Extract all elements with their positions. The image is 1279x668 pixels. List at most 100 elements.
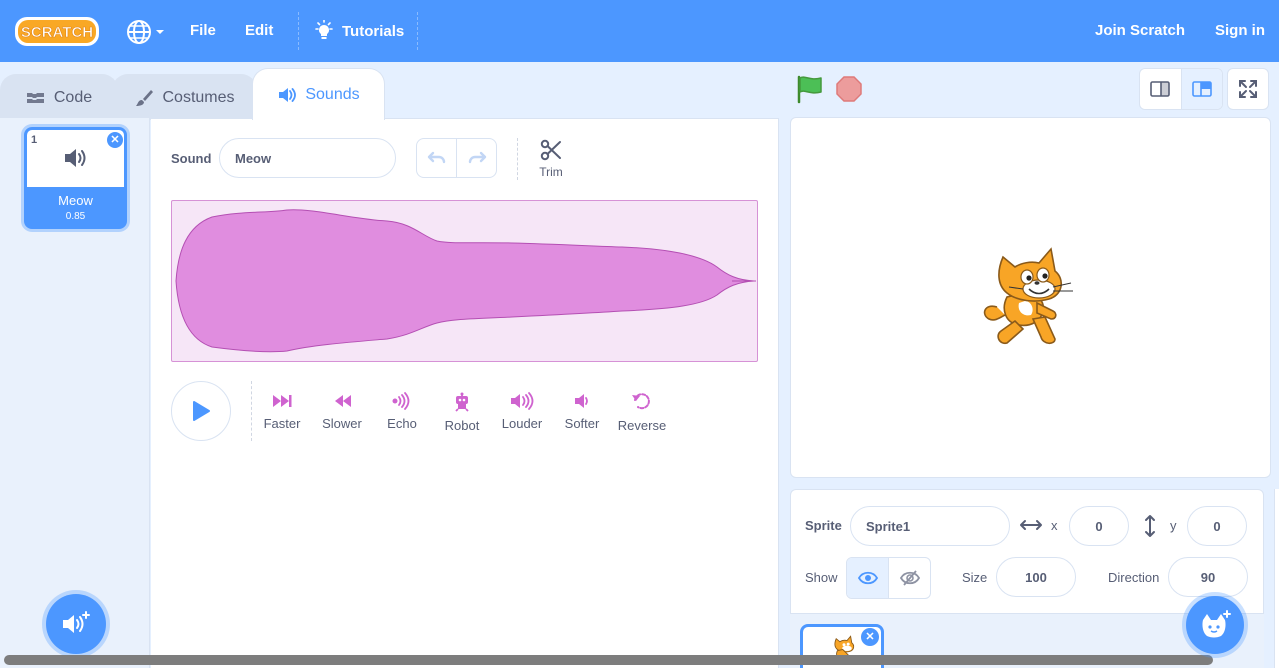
sign-in-link[interactable]: Sign in bbox=[1215, 22, 1265, 39]
effect-faster-label: Faster bbox=[263, 416, 301, 431]
reverse-icon bbox=[632, 393, 650, 410]
undo-button[interactable] bbox=[417, 139, 457, 177]
caret-down-icon bbox=[156, 30, 164, 34]
undo-icon bbox=[427, 151, 445, 164]
effect-slower-button[interactable]: Slower bbox=[312, 392, 372, 431]
visibility-toggle bbox=[846, 557, 931, 599]
direction-input[interactable] bbox=[1168, 557, 1248, 597]
edit-menu[interactable]: Edit bbox=[245, 22, 273, 39]
globe-icon bbox=[127, 20, 151, 44]
add-sound-icon bbox=[63, 611, 90, 633]
y-label: y bbox=[1170, 518, 1177, 533]
play-icon bbox=[193, 401, 210, 421]
sound-item-name: Meow bbox=[58, 193, 93, 208]
paintbrush-icon bbox=[136, 89, 154, 106]
effect-louder-button[interactable]: Louder bbox=[492, 392, 552, 431]
effect-reverse-button[interactable]: Reverse bbox=[612, 392, 672, 433]
faster-icon bbox=[273, 395, 292, 407]
fullscreen-button[interactable] bbox=[1227, 68, 1269, 110]
robot-icon bbox=[455, 392, 469, 412]
large-stage-button[interactable] bbox=[1181, 69, 1222, 109]
show-sprite-button[interactable] bbox=[847, 558, 889, 598]
add-sound-button[interactable] bbox=[46, 594, 106, 654]
code-blocks-icon bbox=[26, 92, 44, 103]
tutorials-button[interactable]: Tutorials bbox=[314, 20, 404, 42]
tab-costumes[interactable]: Costumes bbox=[112, 74, 257, 120]
eye-slash-icon bbox=[899, 570, 920, 586]
language-menu[interactable] bbox=[126, 18, 168, 46]
stop-button[interactable] bbox=[835, 75, 863, 103]
delete-sprite-button[interactable]: ✕ bbox=[861, 628, 879, 646]
speaker-icon bbox=[279, 87, 297, 102]
menu-divider bbox=[417, 12, 418, 50]
menu-divider bbox=[298, 12, 299, 50]
effect-reverse-label: Reverse bbox=[617, 418, 667, 433]
sound-item-duration: 0.85 bbox=[65, 211, 86, 222]
effect-louder-label: Louder bbox=[501, 416, 543, 431]
toolbar-divider bbox=[517, 138, 518, 180]
scissors-icon bbox=[540, 139, 561, 161]
delete-sound-button[interactable]: ✕ bbox=[107, 132, 123, 148]
direction-label: Direction bbox=[1108, 570, 1160, 585]
effect-robot-button[interactable]: Robot bbox=[432, 392, 492, 433]
louder-icon bbox=[511, 392, 534, 410]
sound-item-meow[interactable]: 1 ✕ Meow 0.85 bbox=[24, 127, 127, 229]
sound-name-input[interactable] bbox=[219, 138, 396, 178]
size-label: Size bbox=[962, 570, 988, 585]
effect-softer-button[interactable]: Softer bbox=[552, 392, 612, 431]
size-input[interactable] bbox=[996, 557, 1076, 597]
y-position-input[interactable] bbox=[1187, 506, 1247, 546]
add-sprite-button[interactable] bbox=[1186, 596, 1244, 654]
softer-icon bbox=[575, 394, 588, 408]
scratch-logo[interactable]: SCRATCH bbox=[14, 15, 100, 48]
trim-button[interactable]: Trim bbox=[534, 138, 568, 179]
waveform-shape bbox=[175, 209, 756, 353]
trim-label: Trim bbox=[539, 165, 563, 179]
menu-bar: SCRATCH File Edit Tutorials Join Scratch… bbox=[0, 0, 1279, 62]
vertical-arrows-icon bbox=[1145, 515, 1155, 537]
effect-echo-button[interactable]: Echo bbox=[372, 392, 432, 431]
sprite-name-label: Sprite bbox=[805, 518, 842, 533]
join-scratch-link[interactable]: Join Scratch bbox=[1095, 22, 1185, 39]
horizontal-arrows-icon bbox=[1020, 520, 1042, 530]
sprite-cat-image[interactable] bbox=[979, 245, 1079, 351]
stage-selector-edge bbox=[1274, 489, 1279, 668]
sprite-name-input[interactable] bbox=[850, 506, 1010, 546]
tab-code-label: Code bbox=[53, 88, 93, 106]
hide-sprite-button[interactable] bbox=[889, 558, 930, 598]
redo-icon bbox=[468, 151, 486, 164]
effect-slower-label: Slower bbox=[322, 416, 362, 431]
green-flag-button[interactable] bbox=[795, 74, 825, 104]
effect-faster-button[interactable]: Faster bbox=[252, 392, 312, 431]
small-stage-button[interactable] bbox=[1140, 69, 1182, 109]
horizontal-scrollbar[interactable] bbox=[4, 655, 1213, 665]
undo-redo-group bbox=[416, 138, 497, 178]
tab-sounds-label: Sounds bbox=[305, 85, 360, 103]
add-sprite-icon bbox=[1202, 610, 1231, 638]
sound-name-label: Sound bbox=[171, 151, 212, 166]
logo-text: SCRATCH bbox=[21, 24, 93, 41]
effect-echo-label: Echo bbox=[387, 416, 417, 431]
tutorials-label: Tutorials bbox=[342, 22, 405, 40]
effect-robot-label: Robot bbox=[444, 418, 480, 433]
fullscreen-icon bbox=[1239, 80, 1257, 98]
tab-sounds[interactable]: Sounds bbox=[252, 68, 385, 120]
slower-icon bbox=[335, 395, 351, 407]
large-stage-icon bbox=[1191, 81, 1212, 97]
redo-button[interactable] bbox=[457, 139, 496, 177]
x-label: x bbox=[1051, 518, 1058, 533]
sound-item-number: 1 bbox=[31, 134, 38, 146]
tab-code[interactable]: Code bbox=[0, 74, 118, 120]
waveform-display[interactable] bbox=[171, 200, 758, 362]
lightbulb-icon bbox=[315, 20, 333, 39]
file-menu[interactable]: File bbox=[190, 22, 216, 39]
echo-icon bbox=[392, 392, 410, 410]
effect-softer-label: Softer bbox=[564, 416, 600, 431]
x-position-input[interactable] bbox=[1069, 506, 1129, 546]
speaker-icon bbox=[65, 149, 86, 167]
stage-size-toggle bbox=[1139, 68, 1223, 110]
play-sound-button[interactable] bbox=[171, 381, 231, 441]
small-stage-icon bbox=[1150, 81, 1171, 97]
tab-costumes-label: Costumes bbox=[162, 88, 235, 106]
eye-icon bbox=[857, 571, 878, 585]
